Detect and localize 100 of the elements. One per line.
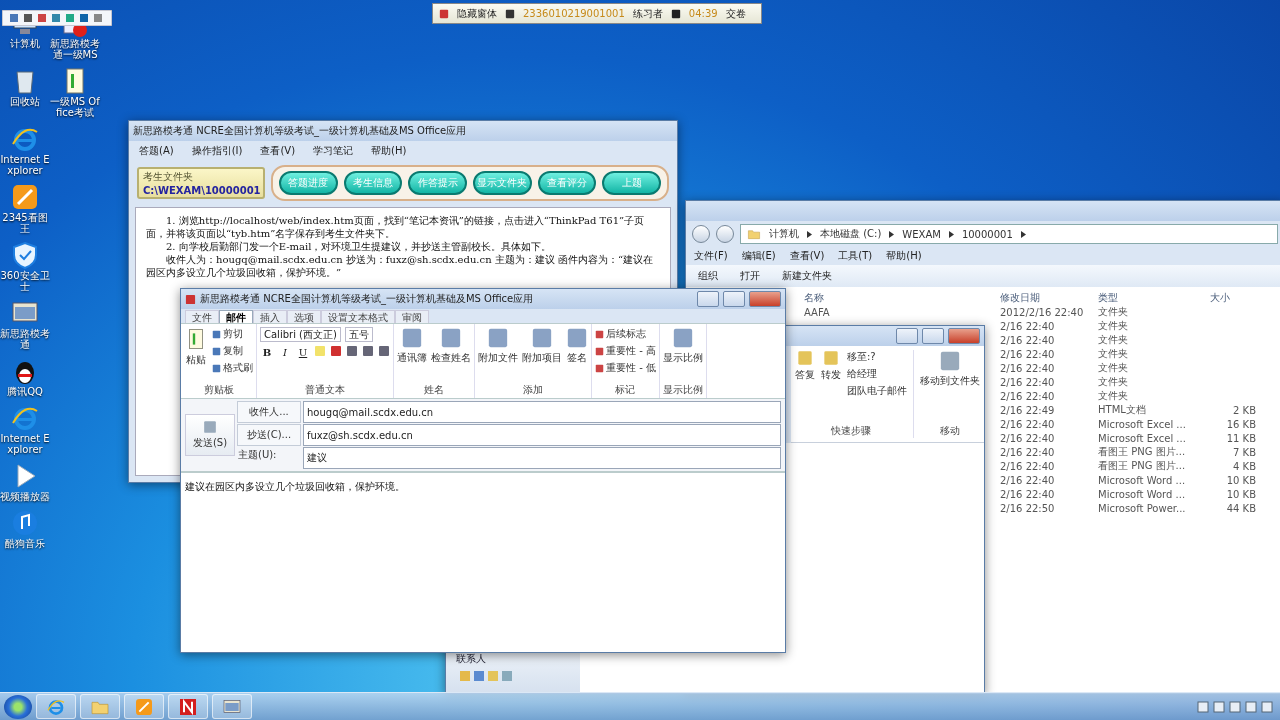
hide-window-label[interactable]: 隐藏窗体 xyxy=(457,6,497,21)
taskbar-button[interactable] xyxy=(168,694,208,719)
menu-item[interactable]: 工具(T) xyxy=(838,249,873,263)
desktop-icon-label[interactable]: 新思路模考通一级MS xyxy=(50,38,100,60)
file-date: 2/16 22:40 xyxy=(1000,334,1056,346)
ribbon-tab[interactable]: 选项 xyxy=(287,310,321,323)
group-label: 剪贴板 xyxy=(202,383,235,397)
quick-step[interactable]: 给经理 xyxy=(847,367,907,381)
format-button[interactable]: U xyxy=(296,345,310,359)
ribbon-button[interactable]: 附加项目 xyxy=(522,327,562,365)
ribbon-button[interactable]: 重要性 - 高 xyxy=(595,344,656,358)
ribbon-button[interactable]: 后续标志 xyxy=(595,327,656,341)
group-label: 姓名 xyxy=(423,383,445,397)
ribbon-button[interactable]: 附加文件 xyxy=(478,327,518,365)
group-label: 快速步骤 xyxy=(830,424,872,438)
close-button[interactable] xyxy=(948,328,980,344)
taskbar-button[interactable] xyxy=(212,694,252,719)
desktop-icon-label[interactable]: 回收站 xyxy=(10,96,40,107)
send-button[interactable]: 发送(S) xyxy=(185,414,235,456)
address-button[interactable]: 收件人... xyxy=(237,401,301,423)
minimize-button[interactable] xyxy=(697,291,719,307)
breadcrumb[interactable]: 10000001 xyxy=(961,228,1013,240)
message-body[interactable]: 建议在园区内多设立几个垃圾回收箱，保护环境。 xyxy=(181,471,785,652)
ribbon-button[interactable]: 检查姓名 xyxy=(431,327,471,365)
contacts-label[interactable]: 联系人 xyxy=(456,652,570,666)
font-name-dropdown[interactable]: Calibri (西文正) xyxy=(260,327,341,342)
breadcrumb[interactable]: WEXAM xyxy=(902,228,941,240)
file-type: 看图王 PNG 图片... xyxy=(1098,445,1187,459)
ribbon-button[interactable]: 重要性 - 低 xyxy=(595,361,656,375)
ribbon-button[interactable]: 通讯簿 xyxy=(397,327,427,365)
tray-icons-drawing[interactable] xyxy=(1196,698,1276,715)
forward-button[interactable] xyxy=(716,225,734,243)
file-date: 2/16 22:40 xyxy=(1000,488,1056,500)
file-name[interactable]: AAFA xyxy=(804,306,1000,318)
ribbon-tab[interactable]: 文件 xyxy=(185,310,219,323)
menu-item[interactable]: 帮助(H) xyxy=(371,144,407,158)
file-type: Microsoft Word ... xyxy=(1098,474,1187,486)
breadcrumb[interactable]: 计算机 xyxy=(769,227,799,241)
column-header[interactable]: 名称 xyxy=(804,291,1000,305)
desktop-icon-label[interactable]: 视频播放器 xyxy=(0,491,50,502)
toolbar-button[interactable]: 组织 xyxy=(694,269,722,283)
toolbar-button[interactable]: 打开 xyxy=(736,269,764,283)
ribbon-button[interactable]: 剪切 xyxy=(212,327,253,341)
quick-step[interactable]: 团队电子邮件 xyxy=(847,384,907,398)
desktop-icon-label[interactable]: 腾讯QQ xyxy=(7,386,43,397)
timer: 04:39 xyxy=(688,8,718,19)
column-header[interactable]: 类型 xyxy=(1098,291,1210,305)
ribbon-tab[interactable]: 邮件 xyxy=(219,310,253,323)
ribbon-tab[interactable]: 插入 xyxy=(253,310,287,323)
ribbon-tab[interactable]: 审阅 xyxy=(395,310,429,323)
start-button[interactable] xyxy=(4,694,32,719)
menu-item[interactable]: 文件(F) xyxy=(694,249,728,263)
menu-item[interactable]: 编辑(E) xyxy=(741,249,776,263)
ribbon-button[interactable]: 复制 xyxy=(212,344,253,358)
desktop-icon-label[interactable]: Internet Explorer xyxy=(0,433,50,455)
breadcrumb[interactable]: 本地磁盘 (C:) xyxy=(820,227,882,241)
taskbar-button[interactable] xyxy=(36,694,76,719)
menu-item[interactable]: 帮助(H) xyxy=(886,249,922,263)
toolbar-button[interactable]: 新建文件夹 xyxy=(778,269,836,283)
folder-caption: 考生文件夹 xyxy=(143,170,194,184)
address-button[interactable]: 抄送(C)... xyxy=(237,424,301,446)
desktop-icon-label[interactable]: 酷狗音乐 xyxy=(5,538,45,549)
input-field[interactable]: hougq@mail.scdx.edu.cn xyxy=(303,401,781,423)
ribbon-button[interactable]: 签名 xyxy=(566,327,588,365)
input-field[interactable]: 建议 xyxy=(303,447,781,469)
maximize-button[interactable] xyxy=(922,328,944,344)
file-date: 2/16 22:40 xyxy=(1000,362,1056,374)
menu-item[interactable]: 学习笔记 xyxy=(313,144,354,158)
ribbon-button[interactable]: 转发 xyxy=(821,350,841,382)
desktop-icon-label[interactable]: 360安全卫士 xyxy=(0,270,50,292)
menu-item[interactable]: 操作指引(I) xyxy=(191,144,243,158)
paste-button[interactable]: 粘贴 xyxy=(184,327,208,367)
format-button[interactable]: B xyxy=(260,345,274,359)
menu-item[interactable]: 查看(V) xyxy=(789,249,825,263)
minimize-button[interactable] xyxy=(896,328,918,344)
ribbon-tab[interactable]: 设置文本格式 xyxy=(321,310,395,323)
quick-step[interactable]: 移至:? xyxy=(847,350,907,364)
floating-toolbar-drawing[interactable] xyxy=(2,10,112,26)
close-button[interactable] xyxy=(749,291,781,307)
column-header[interactable]: 大小 xyxy=(1210,291,1256,305)
desktop-icon-label[interactable]: 一级MS Office考试 xyxy=(50,96,100,118)
file-type: 文件夹 xyxy=(1098,305,1129,319)
menu-item[interactable]: 答题(A) xyxy=(139,144,174,158)
input-field[interactable]: fuxz@sh.scdx.edu.cn xyxy=(303,424,781,446)
maximize-button[interactable] xyxy=(723,291,745,307)
column-header[interactable]: 修改日期 xyxy=(1000,291,1098,305)
ribbon-button[interactable]: 显示比例 xyxy=(662,327,703,365)
font-size-dropdown[interactable]: 五号 xyxy=(344,327,373,342)
format-button[interactable]: I xyxy=(278,345,292,359)
back-button[interactable] xyxy=(692,225,710,243)
submit-link[interactable]: 交卷 xyxy=(725,6,746,21)
address-bar[interactable]: 计算机 本地磁盘 (C:) WEXAM 10000001 xyxy=(740,224,1278,244)
move-button[interactable]: 移动到文件夹 xyxy=(920,350,980,388)
menu-item[interactable]: 查看(V) xyxy=(260,144,296,158)
ribbon-button[interactable]: 格式刷 xyxy=(212,361,253,375)
ribbon-button[interactable]: 答复 xyxy=(795,350,815,382)
desktop-icon-label[interactable]: Internet Explorer xyxy=(0,154,50,176)
desktop-icon-label[interactable]: 2345看图王 xyxy=(0,212,50,234)
desktop-icon-label[interactable]: 新思路模考通 xyxy=(0,328,50,350)
desktop-icon-label[interactable]: 计算机 xyxy=(10,38,40,49)
